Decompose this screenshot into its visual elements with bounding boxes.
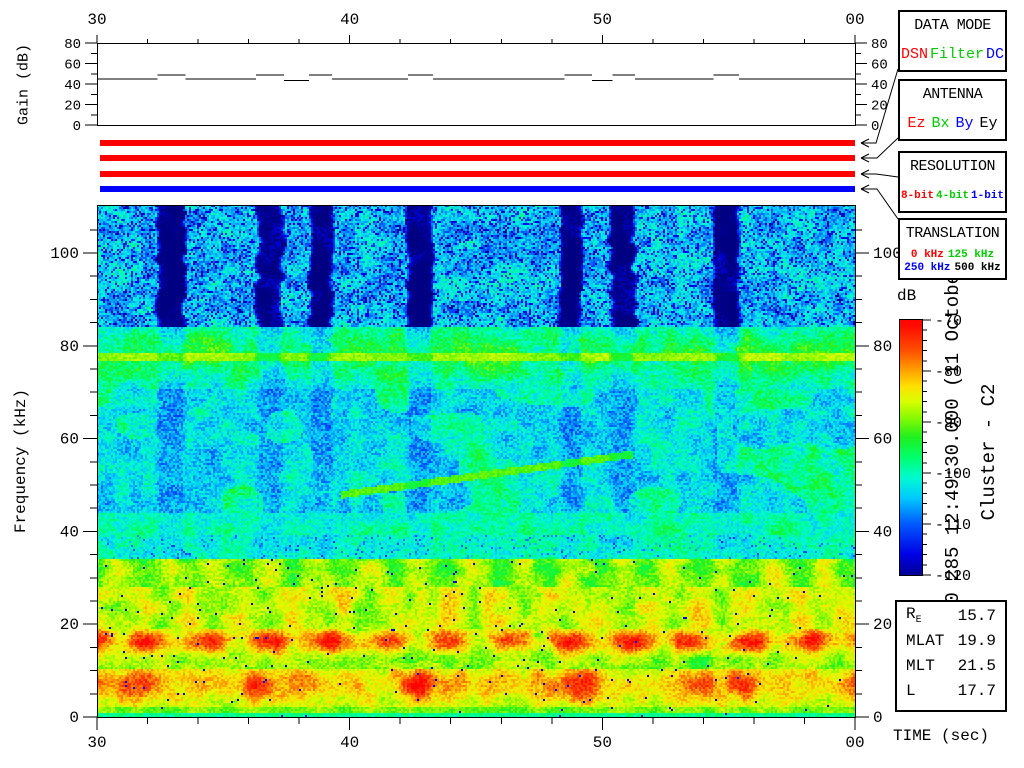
svg-text:20: 20	[60, 616, 79, 634]
legend-box-resolution: RESOLUTION 8-bit4-bit1-bit	[898, 151, 1007, 213]
legend-item: 0 kHz	[911, 249, 944, 262]
legend-item: 500 kHz	[955, 262, 1001, 275]
legend-item: Bx	[931, 115, 949, 132]
svg-text:80: 80	[871, 37, 888, 53]
frequency-axis-label: Frequency (kHz)	[12, 341, 30, 581]
status-bars	[100, 140, 855, 192]
info-row: MLT21.5	[897, 654, 1005, 677]
svg-text:100: 100	[50, 245, 79, 263]
gain-axis-label: Gain (dB)	[16, 5, 33, 165]
svg-text:60: 60	[871, 58, 888, 74]
bottom-time-axis: 30 40 50 00	[87, 717, 864, 752]
svg-text:00: 00	[845, 734, 864, 752]
antenna-bar	[100, 155, 855, 161]
legend-title: RESOLUTION	[900, 158, 1005, 175]
svg-text:80: 80	[873, 338, 892, 356]
legend-item: 4-bit	[936, 190, 969, 203]
svg-text:20: 20	[64, 99, 81, 115]
spacecraft-label: Cluster - C2	[978, 302, 1000, 602]
svg-text:30: 30	[87, 734, 106, 752]
legend-title: TRANSLATION	[900, 225, 1005, 242]
svg-text:40: 40	[64, 78, 81, 94]
translation-bar	[100, 186, 855, 192]
info-row: L17.7	[897, 679, 1005, 702]
svg-text:30: 30	[87, 11, 106, 29]
info-row: RE15.7	[897, 604, 1005, 627]
legend-item: By	[956, 115, 974, 132]
legend-box-antenna: ANTENNA Ez Bx By Ey	[898, 79, 1007, 141]
legend-item: Ez	[907, 115, 925, 132]
svg-text:50: 50	[593, 734, 612, 752]
svg-text:0: 0	[69, 709, 79, 727]
legend-item: Filter	[930, 46, 984, 63]
svg-text:00: 00	[845, 11, 864, 29]
svg-text:40: 40	[871, 78, 888, 94]
legend-item: 125 kHz	[948, 249, 994, 262]
wideband-plot-root: 3040500000202040406060808000202040406060…	[0, 0, 1024, 768]
svg-text:60: 60	[873, 431, 892, 449]
timestamp-label: 2000 285 12:49:30.000 (11 October)	[942, 244, 964, 644]
legend-item: 250 kHz	[904, 262, 950, 275]
time-axis-label: TIME (sec)	[893, 727, 989, 745]
top-time-axis: 30 40 50 00	[87, 11, 864, 43]
resolution-bar	[100, 171, 855, 177]
info-row: MLAT19.9	[897, 629, 1005, 652]
svg-text:40: 40	[340, 11, 359, 29]
gain-trace	[97, 75, 855, 81]
colorbar-title: dB	[897, 287, 916, 305]
svg-text:60: 60	[64, 58, 81, 74]
svg-text:80: 80	[64, 37, 81, 53]
gain-axis: 002020404060608080	[64, 37, 888, 135]
svg-text:40: 40	[60, 523, 79, 541]
legend-box-translation: TRANSLATION 0 kHz 125 kHz250 kHz 500 kHz	[898, 218, 1007, 280]
svg-text:0: 0	[73, 119, 81, 135]
legend-item: Ey	[980, 115, 998, 132]
svg-text:20: 20	[873, 616, 892, 634]
legend-title: DATA MODE	[900, 17, 1005, 34]
svg-text:0: 0	[873, 709, 883, 727]
legend-box-data-mode: DATA MODE DSNFilterDC	[898, 10, 1007, 72]
orbit-info-box: RE15.7MLAT19.9MLT21.5L17.7	[895, 600, 1007, 712]
svg-text:40: 40	[340, 734, 359, 752]
legend-item: DSN	[901, 46, 928, 63]
svg-text:80: 80	[60, 338, 79, 356]
svg-text:50: 50	[593, 11, 612, 29]
legend-item: DC	[986, 46, 1004, 63]
svg-text:40: 40	[873, 523, 892, 541]
svg-text:0: 0	[871, 119, 879, 135]
data-mode-bar	[100, 140, 855, 146]
axes-layer: 3040500000202040406060808000202040406060…	[0, 0, 1024, 768]
svg-text:60: 60	[60, 431, 79, 449]
legend-item: 1-bit	[971, 190, 1004, 203]
legend-title: ANTENNA	[900, 86, 1005, 103]
frequency-axis: 002020404060608080100100	[50, 230, 902, 727]
legend-item: 8-bit	[901, 190, 934, 203]
